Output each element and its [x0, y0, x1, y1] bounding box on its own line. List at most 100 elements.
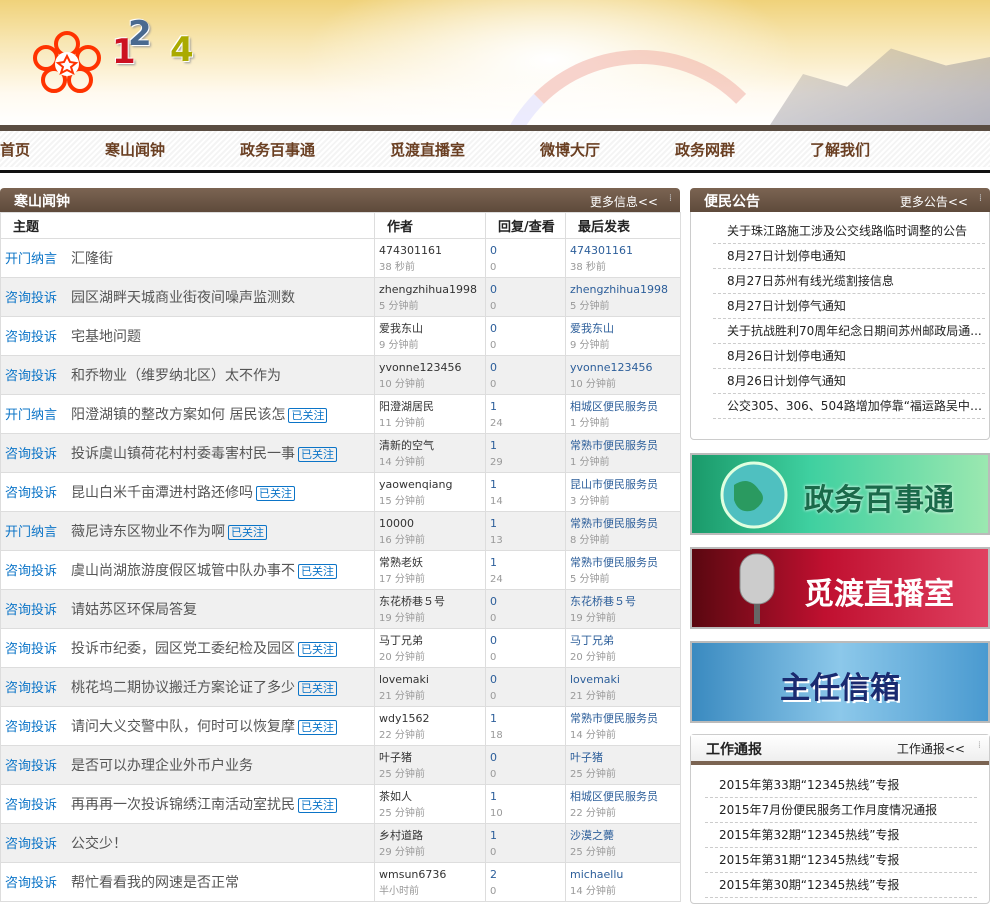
- list-item[interactable]: 8月27日苏州有线光缆割接信息: [713, 269, 985, 294]
- topic-link[interactable]: 公交少！: [71, 836, 127, 852]
- last-poster[interactable]: 东花桥巷５号: [570, 594, 676, 610]
- reply-count: 0: [490, 361, 497, 374]
- topic-link[interactable]: 投诉虞山镇荷花村村委毒害村民一事: [71, 446, 295, 462]
- last-poster[interactable]: yvonne123456: [570, 360, 676, 376]
- category-link[interactable]: 咨询投诉: [5, 369, 57, 384]
- topic-link[interactable]: 园区湖畔天城商业街夜间噪声监测数: [71, 290, 295, 306]
- category-link[interactable]: 开门纳言: [5, 408, 57, 423]
- author-name[interactable]: 东花桥巷５号: [379, 594, 481, 610]
- nav-zhengwu[interactable]: 政务百事通: [240, 139, 315, 160]
- category-link[interactable]: 咨询投诉: [5, 291, 57, 306]
- topic-link[interactable]: 投诉市纪委，园区党工委纪检及园区: [71, 641, 295, 657]
- banner-mailbox[interactable]: 主任信箱: [690, 641, 990, 723]
- category-link[interactable]: 咨询投诉: [5, 603, 57, 618]
- list-item[interactable]: 8月27日计划停气通知: [713, 294, 985, 319]
- nav-home[interactable]: 首页: [0, 139, 30, 160]
- list-item[interactable]: 8月27日计划停电通知: [713, 244, 985, 269]
- list-item[interactable]: 2015年7月份便民服务工作月度情况通报: [705, 798, 977, 823]
- notice-more-link[interactable]: 更多公告<<: [900, 193, 968, 210]
- banner-zhengwu[interactable]: 政务百事通: [690, 453, 990, 535]
- author-name[interactable]: lovemaki: [379, 672, 481, 688]
- last-poster[interactable]: 常熟市便民服务员: [570, 711, 676, 727]
- topic-link[interactable]: 是否可以办理企业外币户业务: [71, 758, 253, 774]
- author-name[interactable]: wdy1562: [379, 711, 481, 727]
- nav-wangqun[interactable]: 政务网群: [675, 139, 735, 160]
- topic-link[interactable]: 再再再一次投诉锦绣江南活动室扰民: [71, 797, 295, 813]
- topic-link[interactable]: 桃花坞二期协议搬迁方案论证了多少: [71, 680, 295, 696]
- list-item[interactable]: 8月26日计划停电通知: [713, 344, 985, 369]
- topic-link[interactable]: 薇尼诗东区物业不作为啊: [71, 524, 225, 540]
- last-poster[interactable]: 常熟市便民服务员: [570, 438, 676, 454]
- category-link[interactable]: 开门纳言: [5, 252, 57, 267]
- author-name[interactable]: 茶如人: [379, 789, 481, 805]
- last-poster[interactable]: 474301161: [570, 243, 676, 259]
- last-poster[interactable]: 沙漠之薨: [570, 828, 676, 844]
- nav-hanshan[interactable]: 寒山闻钟: [105, 139, 165, 160]
- category-link[interactable]: 咨询投诉: [5, 759, 57, 774]
- category-link[interactable]: 咨询投诉: [5, 720, 57, 735]
- topic-link[interactable]: 和乔物业（维罗纳北区）太不作为: [71, 368, 281, 384]
- forum-more-link[interactable]: 更多信息<<: [590, 193, 658, 210]
- category-link[interactable]: 咨询投诉: [5, 330, 57, 345]
- topic-link[interactable]: 请问大义交警中队，何时可以恢复摩: [71, 719, 295, 735]
- last-poster[interactable]: 相城区便民服务员: [570, 789, 676, 805]
- author-name[interactable]: 马丁兄弟: [379, 633, 481, 649]
- category-link[interactable]: 咨询投诉: [5, 876, 57, 891]
- author-name[interactable]: zhengzhihua1998: [379, 282, 481, 298]
- author-name[interactable]: 阳澄湖居民: [379, 399, 481, 415]
- author-name[interactable]: 爱我东山: [379, 321, 481, 337]
- author-cell: 东花桥巷５号 19 分钟前: [374, 589, 486, 629]
- topic-link[interactable]: 汇隆街: [71, 251, 113, 267]
- category-link[interactable]: 咨询投诉: [5, 837, 57, 852]
- category-link[interactable]: 咨询投诉: [5, 564, 57, 579]
- list-item[interactable]: 关于抗战胜利70周年纪念日期间苏州邮政局通...: [713, 319, 985, 344]
- category-link[interactable]: 开门纳言: [5, 525, 57, 540]
- last-poster[interactable]: 爱我东山: [570, 321, 676, 337]
- topic-link[interactable]: 帮忙看看我的网速是否正常: [71, 875, 239, 891]
- view-count: 0: [490, 613, 497, 624]
- author-name[interactable]: 常熟老妖: [379, 555, 481, 571]
- topic-link[interactable]: 虞山尚湖旅游度假区城管中队办事不: [71, 563, 295, 579]
- topic-link[interactable]: 请姑苏区环保局答复: [71, 602, 197, 618]
- category-link[interactable]: 咨询投诉: [5, 642, 57, 657]
- list-item[interactable]: 2015年第31期“12345热线”专报: [705, 848, 977, 873]
- last-poster[interactable]: 相城区便民服务员: [570, 399, 676, 415]
- category-link[interactable]: 咨询投诉: [5, 447, 57, 462]
- author-name[interactable]: 474301161: [379, 243, 481, 259]
- last-poster[interactable]: 常熟市便民服务员: [570, 555, 676, 571]
- last-poster[interactable]: 马丁兄弟: [570, 633, 676, 649]
- banner-midu[interactable]: 觅渡直播室: [690, 547, 990, 629]
- nav-weibo[interactable]: 微博大厅: [540, 139, 600, 160]
- table-row: 咨询投诉 昆山白米千亩潭进村路还修吗 已关注 yaowenqiang 15 分钟前 1 14…: [0, 472, 681, 512]
- last-poster[interactable]: 叶子猪: [570, 750, 676, 766]
- last-poster[interactable]: 昆山市便民服务员: [570, 477, 676, 493]
- author-name[interactable]: wmsun6736: [379, 867, 481, 883]
- topic-link[interactable]: 昆山白米千亩潭进村路还修吗: [71, 485, 253, 501]
- table-row: 咨询投诉 虞山尚湖旅游度假区城管中队办事不 已关注 常熟老妖 17 分钟前 1 24 常熟市便…: [0, 550, 681, 590]
- list-item[interactable]: 2015年第30期“12345热线”专报: [705, 873, 977, 898]
- last-time: 25 分钟前: [570, 769, 616, 780]
- topic-link[interactable]: 阳澄湖镇的整改方案如何 居民该怎: [71, 407, 285, 423]
- list-item[interactable]: 公交305、306、504路增加停靠“福运路吴中西...: [713, 394, 985, 419]
- author-name[interactable]: 10000: [379, 516, 481, 532]
- list-item[interactable]: 2015年第32期“12345热线”专报: [705, 823, 977, 848]
- last-poster[interactable]: 常熟市便民服务员: [570, 516, 676, 532]
- last-poster[interactable]: michaellu: [570, 867, 676, 883]
- category-link[interactable]: 咨询投诉: [5, 681, 57, 696]
- topic-link[interactable]: 宅基地问题: [71, 329, 141, 345]
- list-item[interactable]: 关于珠江路施工涉及公交线路临时调整的公告: [713, 219, 985, 244]
- author-name[interactable]: 乡村道路: [379, 828, 481, 844]
- work-more-link[interactable]: 工作通报<<: [897, 740, 965, 757]
- category-link[interactable]: 咨询投诉: [5, 798, 57, 813]
- list-item[interactable]: 2015年第33期“12345热线”专报: [705, 773, 977, 798]
- author-name[interactable]: yvonne123456: [379, 360, 481, 376]
- author-name[interactable]: 叶子猪: [379, 750, 481, 766]
- last-poster[interactable]: zhengzhihua1998: [570, 282, 676, 298]
- author-name[interactable]: yaowenqiang: [379, 477, 481, 493]
- last-poster[interactable]: lovemaki: [570, 672, 676, 688]
- category-link[interactable]: 咨询投诉: [5, 486, 57, 501]
- list-item[interactable]: 8月26日计划停气通知: [713, 369, 985, 394]
- nav-midu[interactable]: 觅渡直播室: [390, 139, 465, 160]
- nav-about[interactable]: 了解我们: [810, 139, 870, 160]
- author-name[interactable]: 清新的空气: [379, 438, 481, 454]
